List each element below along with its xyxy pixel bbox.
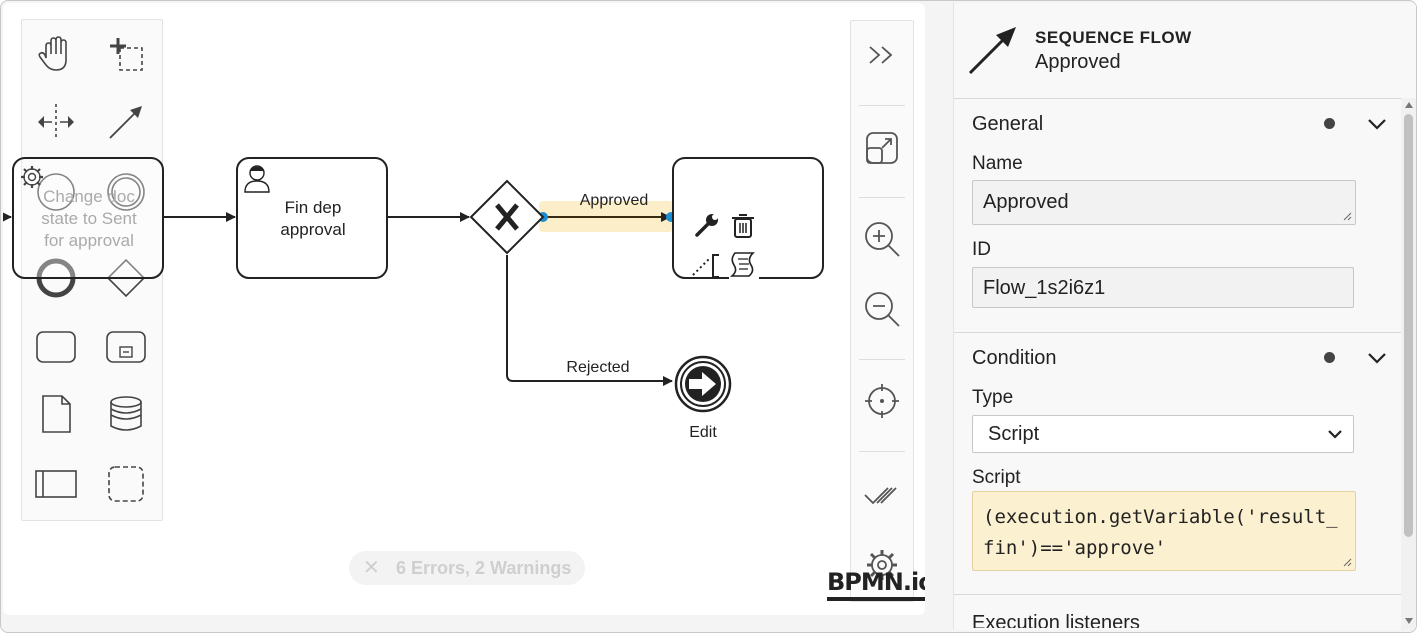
scroll-up-icon[interactable] <box>1405 102 1413 108</box>
user-icon <box>243 163 271 193</box>
scrollbar-thumb[interactable] <box>1404 114 1413 537</box>
zoom-in-icon[interactable] <box>860 217 904 261</box>
linting-status-text: 6 Errors, 2 Warnings <box>396 558 572 578</box>
task-icon[interactable] <box>34 324 78 368</box>
element-name: Approved <box>1035 51 1121 73</box>
name-field[interactable]: Approved <box>972 180 1356 225</box>
section-changed-indicator <box>1324 352 1335 363</box>
task-change-doc-label-line3: for approval <box>44 231 134 250</box>
task-change-doc-label-line1: Change doc <box>43 187 135 206</box>
script-label: Script <box>972 467 1021 488</box>
condition-section-title[interactable]: Condition <box>972 347 1057 370</box>
side-toolbar <box>850 20 914 602</box>
rejected-flow-label: Rejected <box>566 359 629 376</box>
trash-icon <box>732 214 754 238</box>
data-store-icon[interactable] <box>104 392 148 436</box>
pool-icon[interactable] <box>34 462 78 506</box>
id-field-value: Flow_1s2i6z1 <box>983 277 1106 299</box>
reset-view-icon[interactable] <box>860 379 904 423</box>
fit-viewport-icon[interactable] <box>860 126 904 170</box>
chevron-down-icon <box>1328 430 1342 439</box>
task-change-doc-label-line2: state to Sent <box>41 209 137 228</box>
id-label: ID <box>972 239 991 260</box>
script-icon <box>729 249 759 279</box>
sequence-flow-icon <box>968 27 1016 75</box>
linting-status-badge[interactable]: ✕ 6 Errors, 2 Warnings <box>349 551 585 585</box>
chevron-down-icon[interactable] <box>1367 351 1387 365</box>
task-fin-dep-label-line1: Fin dep <box>285 198 342 217</box>
group-icon[interactable] <box>104 462 148 506</box>
close-icon: ✕ <box>363 557 380 579</box>
validate-icon[interactable] <box>860 473 904 517</box>
end-event-label: Edit <box>689 424 717 441</box>
name-label: Name <box>972 153 1023 174</box>
task-fin-dep-label-line2: approval <box>280 220 345 239</box>
toggle-panel-icon[interactable] <box>860 33 904 77</box>
resize-grip-icon[interactable] <box>1342 211 1352 221</box>
script-field[interactable]: (execution.getVariable('result_fin')=='a… <box>972 491 1356 571</box>
zoom-out-icon[interactable] <box>860 287 904 331</box>
diagram-canvas[interactable]: Approved Rejected Fin dep approval Edit … <box>3 3 925 615</box>
app-window: Approved Rejected Fin dep approval Edit … <box>0 0 1417 633</box>
panel-scrollbar[interactable] <box>1401 98 1416 630</box>
general-section-title[interactable]: General <box>972 113 1043 136</box>
approved-flow-label: Approved <box>580 192 649 209</box>
condition-type-select[interactable]: Script <box>972 415 1354 453</box>
element-type: SEQUENCE FLOW <box>1035 28 1192 47</box>
properties-panel: SEQUENCE FLOW Approved General Name Appr… <box>953 3 1416 630</box>
task-change-doc-state[interactable]: Change doc state to Sent for approval <box>3 3 173 293</box>
scroll-down-icon[interactable] <box>1405 618 1413 624</box>
panel-header: SEQUENCE FLOW Approved <box>954 3 1416 98</box>
data-object-icon[interactable] <box>34 392 78 436</box>
condition-type-value: Script <box>988 423 1040 445</box>
section-changed-indicator <box>1324 118 1335 129</box>
id-field[interactable]: Flow_1s2i6z1 <box>972 267 1354 308</box>
name-field-value: Approved <box>983 191 1069 213</box>
execution-listeners-section-title[interactable]: Execution listeners <box>972 606 1140 628</box>
script-field-value: (execution.getVariable('result_fin')=='a… <box>983 506 1338 559</box>
chevron-down-icon[interactable] <box>1367 117 1387 131</box>
bpmn-io-logo[interactable]: BPMN.io <box>827 568 925 601</box>
resize-grip-icon[interactable] <box>1342 557 1352 567</box>
type-label: Type <box>972 387 1014 408</box>
subprocess-icon[interactable] <box>104 324 148 368</box>
